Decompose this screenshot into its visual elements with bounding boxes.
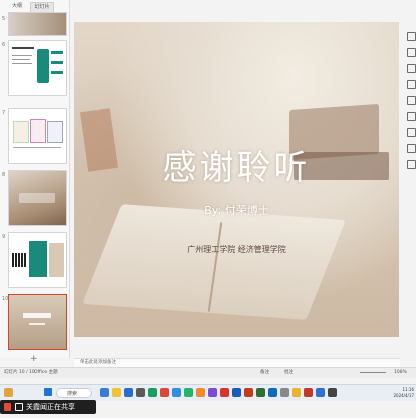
thumbnail-number: 8 <box>2 172 6 178</box>
slide-thumbnail-7[interactable] <box>8 108 67 164</box>
screen-share-bar[interactable]: 关霞闻正在共享 <box>0 400 96 414</box>
app-icon[interactable] <box>136 388 145 397</box>
app-icon[interactable] <box>280 388 289 397</box>
windows-start-icon[interactable] <box>44 388 52 396</box>
clock-date: 2024/4/17 <box>393 393 414 398</box>
app-icon[interactable] <box>172 388 181 397</box>
screen-icon <box>15 403 23 411</box>
theme-name: Office 主题 <box>34 370 58 375</box>
system-tray[interactable]: 11:16 2024/4/17 <box>360 387 416 399</box>
taskbar-search-input[interactable]: 搜索 <box>56 388 92 398</box>
comments-button[interactable]: 批注 <box>284 368 293 378</box>
add-slide-button[interactable]: + <box>30 354 38 364</box>
clock-time: 11:16 <box>402 387 414 392</box>
app-icon[interactable] <box>220 388 229 397</box>
app-icon[interactable] <box>100 388 109 397</box>
taskbar: 搜索 11:16 2024/4/17 <box>0 384 416 401</box>
slide-thumbnail-5[interactable] <box>8 12 67 36</box>
sidebar-tool-icon[interactable] <box>407 128 416 137</box>
sidebar-tool-icon[interactable] <box>407 32 416 41</box>
word-icon[interactable] <box>232 388 241 397</box>
thumbnail-number: 5 <box>2 16 6 22</box>
weather-icon[interactable] <box>4 388 13 397</box>
app-icon[interactable] <box>148 388 157 397</box>
app-icon[interactable] <box>328 388 337 397</box>
slide-thumbnail-panel: 大纲 幻灯片 5 6 7 8 9 10 + <box>0 0 70 364</box>
sidebar-tool-icon[interactable] <box>407 80 416 89</box>
slide-thumbnail-8[interactable] <box>8 170 67 226</box>
app-icon[interactable] <box>196 388 205 397</box>
sidebar-tool-icon[interactable] <box>407 160 416 169</box>
zoom-slider[interactable] <box>360 372 386 373</box>
notes-button[interactable]: 备注 <box>260 368 269 378</box>
slide-canvas[interactable]: 感谢聆听 By: 付荣博士 广州理工学院 经济管理学院 <box>74 22 399 337</box>
slide-school[interactable]: 广州理工学院 经济管理学院 <box>74 244 399 255</box>
tab-slides[interactable]: 幻灯片 <box>30 2 54 12</box>
powerpoint-icon[interactable] <box>244 388 253 397</box>
edge-icon[interactable] <box>124 388 133 397</box>
app-icon[interactable] <box>316 388 325 397</box>
sidebar-tool-icon[interactable] <box>407 64 416 73</box>
slide-thumbnail-10[interactable] <box>8 294 67 350</box>
thumbnail-number: 6 <box>2 42 6 48</box>
slide-thumbnail-9[interactable] <box>8 232 67 288</box>
sidebar-tool-icon[interactable] <box>407 144 416 153</box>
app-icon[interactable] <box>304 388 313 397</box>
share-status-icon <box>4 403 11 411</box>
sidebar-tool-icon[interactable] <box>407 96 416 105</box>
tab-outline[interactable]: 大纲 <box>6 2 28 11</box>
share-label: 关霞闻正在共享 <box>26 403 75 411</box>
right-toolbar <box>404 20 416 360</box>
panel-tabs: 大纲 幻灯片 <box>0 2 69 12</box>
app-icon[interactable] <box>268 388 277 397</box>
sidebar-tool-icon[interactable] <box>407 48 416 57</box>
app-icon[interactable] <box>160 388 169 397</box>
app-icon[interactable] <box>208 388 217 397</box>
wechat-icon[interactable] <box>184 388 193 397</box>
app-icon[interactable] <box>292 388 301 397</box>
file-explorer-icon[interactable] <box>112 388 121 397</box>
slide-counter: 幻灯片 10 / 10 <box>4 370 35 375</box>
excel-icon[interactable] <box>256 388 265 397</box>
status-bar: 幻灯片 10 / 10 Office 主题 备注 批注 108% <box>0 367 416 378</box>
notes-pane[interactable]: 单击此处添加备注 <box>74 358 400 367</box>
zoom-level[interactable]: 108% <box>394 368 407 378</box>
slide-thumbnail-6[interactable] <box>8 40 67 96</box>
sidebar-tool-icon[interactable] <box>407 112 416 121</box>
thumbnail-number: 9 <box>2 234 6 240</box>
thumbnail-number: 7 <box>2 110 6 116</box>
slide-author[interactable]: By: 付荣博士 <box>74 202 399 218</box>
slide-title[interactable]: 感谢聆听 <box>74 140 399 189</box>
